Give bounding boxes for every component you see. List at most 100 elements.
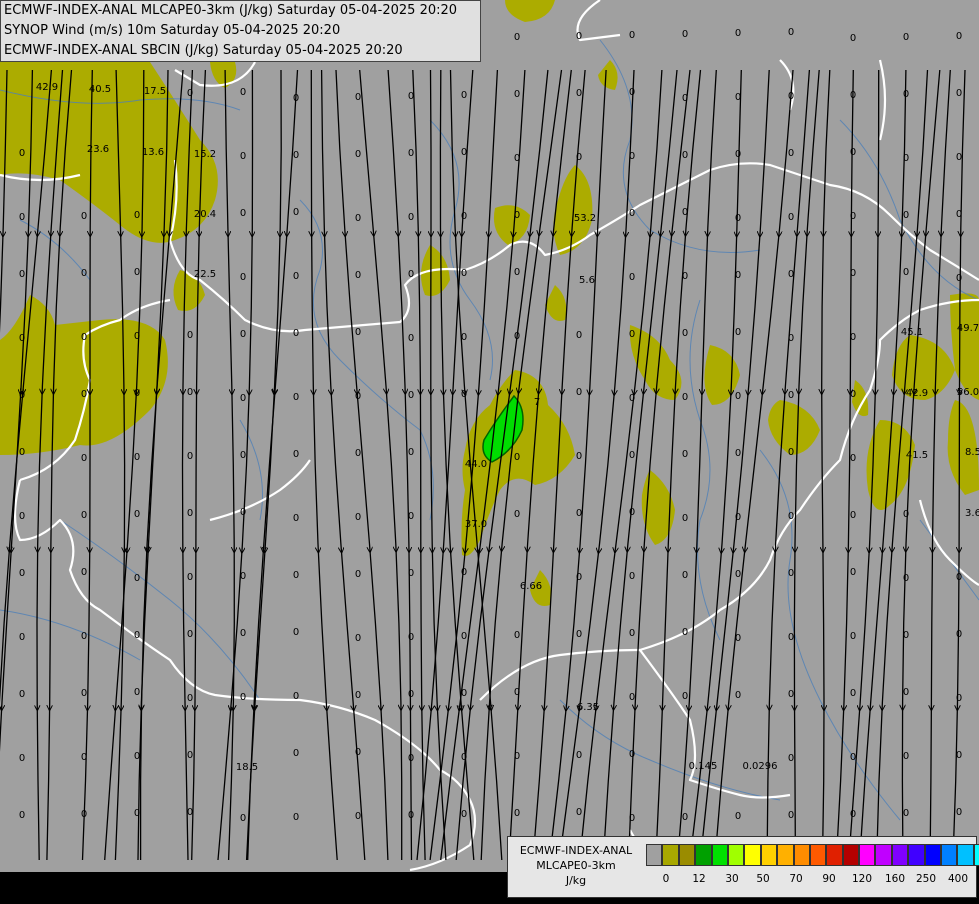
value-label: 0: [956, 807, 962, 818]
value-label: 0: [576, 807, 582, 818]
value-label: 6.66: [520, 581, 542, 592]
value-label: 0: [788, 511, 794, 522]
value-label: 0: [956, 152, 962, 163]
value-label: 0: [735, 92, 741, 103]
value-label: 0: [735, 28, 741, 39]
value-label: 0: [956, 31, 962, 42]
value-label: 0: [19, 333, 25, 344]
value-label: 0: [850, 631, 856, 642]
value-label: 0: [629, 450, 635, 461]
value-label: 0: [514, 452, 520, 463]
legend-swatch: [712, 844, 728, 866]
value-label: 0: [461, 752, 467, 763]
value-label: 0: [240, 329, 246, 340]
value-label: 15.2: [194, 149, 216, 160]
value-label: 0: [850, 453, 856, 464]
legend-swatch: [875, 844, 891, 866]
value-label: 0: [134, 751, 140, 762]
value-label: 0: [903, 808, 909, 819]
value-label: 0: [788, 148, 794, 159]
value-label: 0: [293, 627, 299, 638]
value-label: 0: [240, 507, 246, 518]
value-label: 0: [788, 447, 794, 458]
legend-swatch: [761, 844, 777, 866]
value-label: 0: [408, 810, 414, 821]
value-label: 0: [788, 689, 794, 700]
legend-tick-label: 160: [885, 873, 905, 885]
value-label: 0: [629, 208, 635, 219]
value-label: 0: [682, 29, 688, 40]
value-label: 0: [461, 389, 467, 400]
legend-swatch: [908, 844, 924, 866]
value-label: 0: [576, 572, 582, 583]
legend-ticks: 01230507090120160250400: [646, 873, 974, 887]
value-label: 0: [850, 752, 856, 763]
value-label: 0: [134, 630, 140, 641]
title-line-cin: ECMWF-INDEX-ANAL SBCIN (J/kg) Saturday 0…: [4, 41, 480, 61]
value-label: 0: [461, 567, 467, 578]
legend-tick-label: 90: [822, 873, 835, 885]
legend-unit: J/kg: [512, 873, 640, 888]
value-label: 0: [355, 690, 361, 701]
value-label: 0: [956, 88, 962, 99]
value-label: 0: [788, 27, 794, 38]
map-view[interactable]: 0 0 0 0 0 0 0 0 0 0 0 0 0 0 0 0 0 0 0 0 0 0 0 0 0 0 0 0 0 0 0 0 0 0 0 0 0 0 0 0…: [0, 0, 979, 900]
value-label: 0: [81, 332, 87, 343]
value-label: 0: [461, 688, 467, 699]
value-label: 0: [576, 508, 582, 519]
value-label: 0: [903, 267, 909, 278]
value-label: 0: [81, 688, 87, 699]
value-label: 0: [682, 392, 688, 403]
value-label: 0: [134, 331, 140, 342]
value-label: 0: [408, 511, 414, 522]
value-label: 0: [19, 632, 25, 643]
value-label: 23.6: [87, 144, 109, 155]
value-label: 0: [461, 147, 467, 158]
value-label: 0: [134, 452, 140, 463]
value-label: 0: [293, 513, 299, 524]
value-label: 0: [682, 150, 688, 161]
value-label: 0: [629, 571, 635, 582]
value-label: 0: [355, 569, 361, 580]
value-label: 0: [461, 631, 467, 642]
value-label: 37.0: [465, 519, 487, 530]
value-label: 0: [408, 753, 414, 764]
value-label: 7: [534, 397, 540, 408]
value-label: 42.9: [36, 82, 58, 93]
value-label: 0: [576, 629, 582, 640]
value-label: 0: [735, 512, 741, 523]
value-label: 5.6: [579, 275, 595, 286]
value-label: 56.0: [957, 387, 979, 398]
value-label: 41.5: [906, 450, 928, 461]
legend-swatch: [859, 844, 875, 866]
value-label: 0: [293, 93, 299, 104]
value-label: 0: [19, 390, 25, 401]
value-label: 6.35: [577, 702, 599, 713]
value-label: 0: [355, 270, 361, 281]
value-label: 0: [788, 632, 794, 643]
value-label: 0: [576, 750, 582, 761]
legend-tick-label: 12: [692, 873, 705, 885]
value-label: 0: [850, 809, 856, 820]
value-label: 0: [134, 267, 140, 278]
value-label: 0: [81, 389, 87, 400]
value-label: 0: [355, 747, 361, 758]
value-label: 0: [735, 327, 741, 338]
value-label: 0: [81, 268, 87, 279]
value-label: 0: [461, 211, 467, 222]
value-label: 0: [514, 630, 520, 641]
value-label: 0: [293, 328, 299, 339]
value-label: 0: [187, 750, 193, 761]
value-label: 0: [408, 390, 414, 401]
value-label: 0: [629, 393, 635, 404]
value-label: 0: [682, 691, 688, 702]
value-label: 0: [134, 388, 140, 399]
value-label: 0: [81, 510, 87, 521]
value-label: 0: [682, 207, 688, 218]
value-label: 0: [682, 627, 688, 638]
value-label: 0: [956, 629, 962, 640]
value-label: 0: [355, 512, 361, 523]
value-label: 0: [788, 333, 794, 344]
value-label: 0: [19, 689, 25, 700]
value-label: 8.5: [965, 447, 979, 458]
